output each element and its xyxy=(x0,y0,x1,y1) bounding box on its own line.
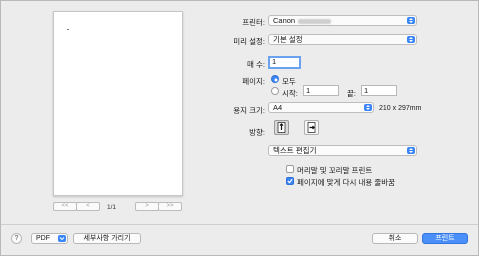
page-preview xyxy=(53,11,183,196)
first-page-button[interactable]: << xyxy=(53,202,77,211)
printer-value: Canon xyxy=(273,16,296,25)
paper-size-popup[interactable]: A4 xyxy=(268,102,374,113)
preview-content-mark xyxy=(67,29,69,30)
printer-label: 프린터: xyxy=(242,18,265,27)
pdf-menu-button[interactable]: PDF xyxy=(31,233,68,244)
print-button[interactable]: 프린트 xyxy=(422,233,468,244)
pages-from-input[interactable]: 1 xyxy=(303,85,339,96)
popup-arrow-icon xyxy=(407,36,415,43)
printer-model-redacted xyxy=(298,18,332,24)
presets-value: 기본 설정 xyxy=(273,35,303,44)
next-page-button[interactable]: > xyxy=(135,202,159,211)
rewrap-label: 페이지에 맞게 다시 내용 줄바꿈 xyxy=(297,178,396,187)
portrait-orientation-button[interactable] xyxy=(274,120,289,135)
pages-to-label: 끝: xyxy=(347,89,356,98)
pages-from-label: 시작: xyxy=(282,89,298,98)
paper-dimensions: 210 x 297mm xyxy=(379,105,422,112)
help-button[interactable]: ? xyxy=(11,233,22,244)
print-dialog: << < 1/1 > >> 프린터: Canon 미리 설정: 기본 설정 매 … xyxy=(0,0,479,256)
paper-size-value: A4 xyxy=(273,103,283,112)
hide-details-button[interactable]: 세부사항 가리기 xyxy=(73,233,141,244)
rewrap-checkbox[interactable] xyxy=(286,177,294,185)
orientation-label: 방향: xyxy=(249,128,265,137)
pages-all-radio[interactable] xyxy=(271,75,279,83)
header-footer-label: 머리말 및 꼬리말 프린트 xyxy=(297,166,373,175)
pdf-dropdown-icon xyxy=(58,235,66,242)
header-footer-checkbox[interactable] xyxy=(286,165,294,173)
copies-label: 매 수: xyxy=(247,60,265,69)
pages-all-label: 모두 xyxy=(282,77,296,86)
popup-arrow-icon xyxy=(407,147,415,154)
section-value: 텍스트 편집기 xyxy=(273,146,317,155)
last-page-button[interactable]: >> xyxy=(158,202,182,211)
copies-input[interactable]: 1 xyxy=(268,56,301,69)
checkmark-icon xyxy=(287,178,293,184)
popup-arrow-icon xyxy=(364,104,372,111)
pages-label: 페이지: xyxy=(242,77,265,86)
section-popup[interactable]: 텍스트 편집기 xyxy=(268,145,417,156)
landscape-icon xyxy=(307,122,316,133)
printer-popup[interactable]: Canon xyxy=(268,15,417,26)
pages-range-radio[interactable] xyxy=(271,87,279,95)
popup-arrow-icon xyxy=(407,17,415,24)
cancel-button[interactable]: 취소 xyxy=(372,233,418,244)
landscape-orientation-button[interactable] xyxy=(304,120,319,135)
previous-page-button[interactable]: < xyxy=(76,202,100,211)
paper-size-label: 용지 크기: xyxy=(233,106,265,115)
presets-label: 미리 설정: xyxy=(233,37,265,46)
pdf-label: PDF xyxy=(36,235,50,242)
footer-divider xyxy=(1,224,478,225)
page-indicator: 1/1 xyxy=(107,204,117,211)
pages-to-input[interactable]: 1 xyxy=(361,85,397,96)
portrait-icon xyxy=(277,122,286,133)
presets-popup[interactable]: 기본 설정 xyxy=(268,34,417,45)
